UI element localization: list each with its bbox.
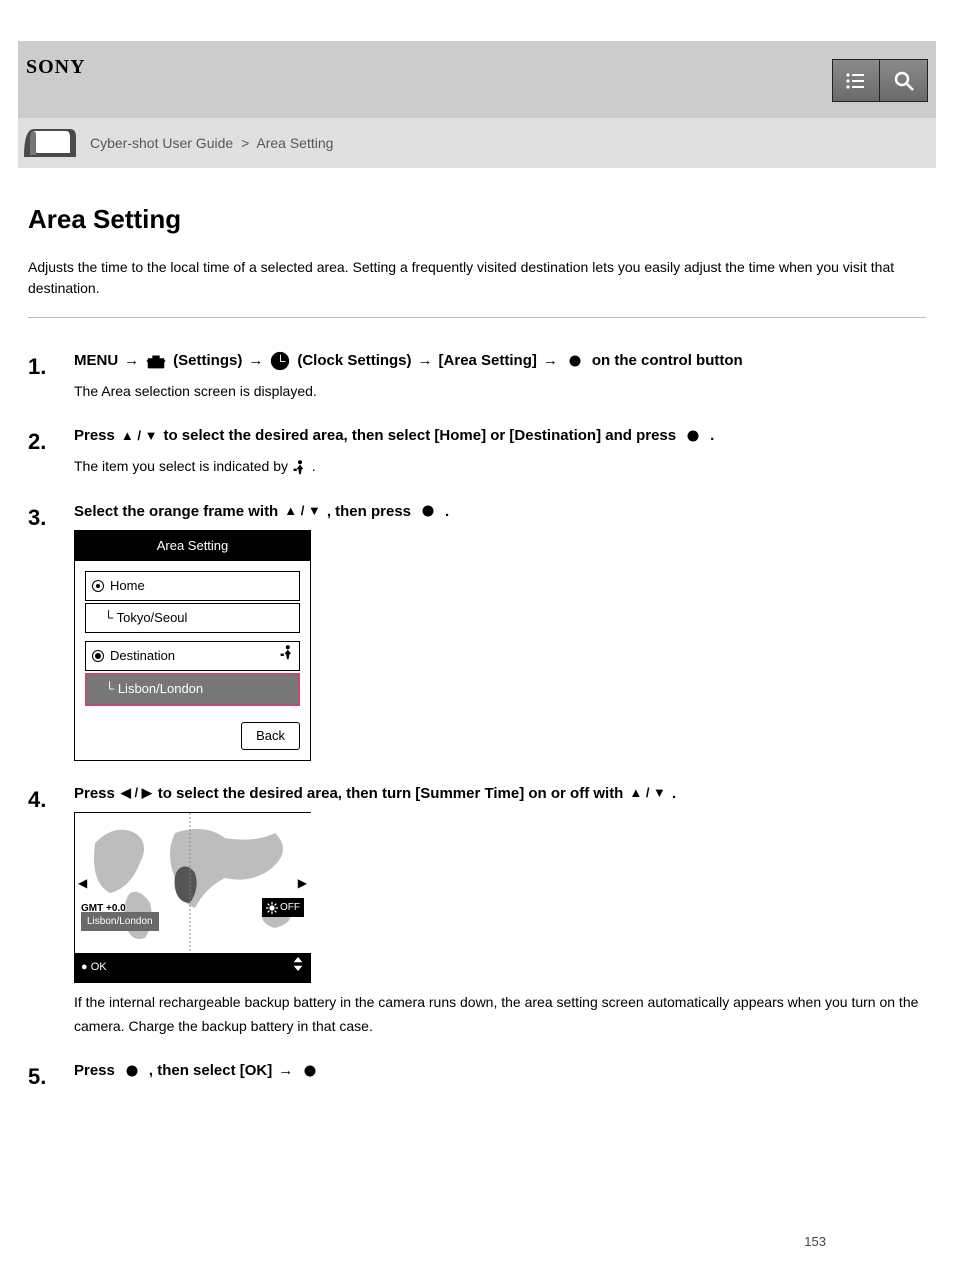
step2-text: to select the desired area, then select … — [163, 423, 676, 449]
step-1: MENU → (Settings) → (Clock Settings) → [… — [28, 348, 926, 403]
home-area-row: Tokyo/Seoul — [85, 603, 300, 633]
home-label: Home — [110, 575, 145, 597]
step4-b: to select the desired area, then turn [S… — [158, 781, 624, 807]
world-map-icon — [75, 813, 312, 953]
dst-value: OFF — [280, 899, 300, 916]
traveler-icon — [279, 644, 295, 667]
step2-note: The item you select is indicated by — [74, 458, 288, 474]
step-3: Select the orange frame with ▲ / ▼ , the… — [28, 499, 926, 761]
center-button-icon — [682, 425, 704, 447]
breadcrumb-root[interactable]: Cyber-shot User Guide — [90, 135, 233, 151]
step-4: Press ◀ / ▶ to select the desired area, … — [28, 781, 926, 1039]
divider — [28, 317, 926, 318]
header-icon-group — [832, 59, 928, 102]
step-2: Press ▲ / ▼ to select the desired area, … — [28, 423, 926, 478]
steps-list: MENU → (Settings) → (Clock Settings) → [… — [28, 348, 926, 1084]
updown-indicator — [292, 957, 304, 978]
radio-selected-icon — [92, 650, 104, 662]
ok-indicator: ● OK — [81, 958, 107, 977]
area-setting-label: [Area Setting] — [439, 348, 537, 374]
brand-logo: SONY — [26, 56, 86, 79]
arrow-icon: → — [124, 348, 139, 374]
breadcrumb-current: Area Setting — [256, 135, 333, 151]
search-button[interactable] — [880, 59, 928, 102]
destination-area-value: Lisbon/London — [105, 681, 203, 696]
toolbox-icon — [145, 350, 167, 372]
period: . — [710, 423, 714, 449]
clock-settings-label: (Clock Settings) — [297, 348, 411, 374]
settings-label: (Settings) — [173, 348, 242, 374]
destination-label: Destination — [110, 645, 175, 667]
up-down-arrows: ▲ / ▼ — [284, 500, 321, 522]
book-icon — [20, 123, 80, 163]
breadcrumb: Cyber-shot User Guide > Area Setting — [90, 135, 333, 151]
home-area-value: Tokyo/Seoul — [104, 610, 187, 625]
step-5: Press , then select [OK] → — [28, 1058, 926, 1084]
arrow-icon: → — [543, 348, 558, 374]
home-row: Home — [85, 571, 300, 601]
step3-b: , then press — [327, 499, 411, 525]
step-1-note: The Area selection screen is displayed. — [74, 380, 926, 404]
up-down-arrows: ▲ / ▼ — [629, 782, 666, 804]
period: . — [445, 499, 449, 525]
center-button-icon — [564, 350, 586, 372]
radio-icon — [92, 580, 104, 592]
destination-row: Destination — [85, 641, 300, 671]
arrow-icon: → — [248, 348, 263, 374]
dst-badge: OFF — [262, 898, 304, 917]
step5-b: , then select [OK] — [149, 1058, 272, 1084]
center-button-icon — [299, 1060, 321, 1082]
control-button-text: on the control button — [592, 348, 743, 374]
header-bar: SONY — [18, 41, 936, 118]
map-right-arrow: ▶ — [298, 873, 307, 893]
clock-icon — [269, 350, 291, 372]
page-title: Area Setting — [28, 204, 926, 235]
toc-button[interactable] — [832, 59, 880, 102]
center-button-icon — [121, 1060, 143, 1082]
search-icon — [892, 69, 916, 93]
page-number: 153 — [18, 1104, 936, 1279]
sun-icon — [266, 902, 278, 914]
intro-text: Adjusts the time to the local time of a … — [28, 257, 926, 299]
list-icon — [844, 69, 868, 93]
step3-a: Select the orange frame with — [74, 499, 278, 525]
main-content: Area Setting Adjusts the time to the loc… — [18, 168, 936, 1084]
world-map-screen: ◀ ▶ GMT +0.0 Lisbon/London OFF ● OK — [74, 812, 311, 983]
back-button[interactable]: Back — [241, 722, 300, 750]
center-button-icon — [417, 500, 439, 522]
traveler-indicator-icon — [292, 458, 312, 474]
menu-label: MENU — [74, 348, 118, 374]
destination-area-row: Lisbon/London — [85, 673, 300, 705]
breadcrumb-separator: > — [241, 135, 249, 151]
arrow-icon: → — [278, 1058, 293, 1084]
period: . — [672, 781, 676, 807]
step5-a: Press — [74, 1058, 115, 1084]
step4-a: Press — [74, 781, 115, 807]
period: . — [312, 458, 316, 474]
area-setting-screen: Area Setting Home Tokyo/Seoul Destinatio… — [74, 530, 311, 761]
screen-title: Area Setting — [75, 531, 310, 561]
battery-warning: If the internal rechargeable backup batt… — [74, 991, 926, 1039]
step2-press: Press — [74, 423, 115, 449]
left-right-arrows: ◀ / ▶ — [121, 782, 152, 804]
arrow-icon: → — [418, 348, 433, 374]
map-left-arrow: ◀ — [78, 873, 87, 893]
breadcrumb-bar: Cyber-shot User Guide > Area Setting — [18, 118, 936, 168]
up-down-arrows: ▲ / ▼ — [121, 425, 158, 447]
region-label: Lisbon/London — [81, 912, 159, 931]
